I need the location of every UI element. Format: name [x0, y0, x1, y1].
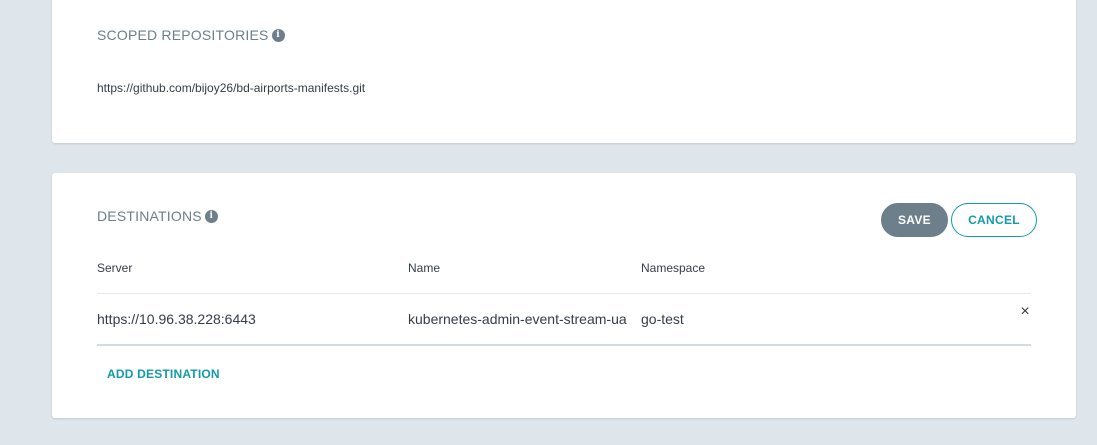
column-header-name: Name — [408, 261, 441, 275]
destination-server-cell[interactable]: https://10.96.38.228:6443 — [97, 311, 256, 327]
header-divider — [97, 293, 1031, 294]
remove-destination-icon[interactable]: × — [1018, 304, 1032, 320]
scoped-repository-url: https://github.com/bijoy26/bd-airports-m… — [97, 81, 366, 95]
row-divider — [97, 344, 1031, 346]
destinations-card: DESTINATIONS i SAVE CANCEL Server Name N… — [52, 173, 1076, 418]
destinations-title: DESTINATIONS — [97, 208, 202, 224]
cancel-button[interactable]: CANCEL — [951, 203, 1037, 237]
destination-name-cell[interactable]: kubernetes-admin-event-stream-ua — [408, 311, 641, 327]
column-header-server: Server — [97, 261, 133, 275]
destinations-header: DESTINATIONS i — [97, 208, 218, 224]
destination-namespace-cell[interactable]: go-test — [641, 311, 684, 327]
info-icon[interactable]: i — [204, 209, 218, 223]
column-header-namespace: Namespace — [641, 261, 706, 275]
scoped-repositories-card: SCOPED REPOSITORIES i https://github.com… — [52, 0, 1076, 143]
scoped-repositories-header: SCOPED REPOSITORIES i — [97, 27, 285, 43]
info-icon[interactable]: i — [271, 28, 285, 42]
add-destination-button[interactable]: ADD DESTINATION — [107, 367, 220, 381]
scoped-repositories-title: SCOPED REPOSITORIES — [97, 27, 269, 43]
save-button[interactable]: SAVE — [881, 203, 948, 237]
